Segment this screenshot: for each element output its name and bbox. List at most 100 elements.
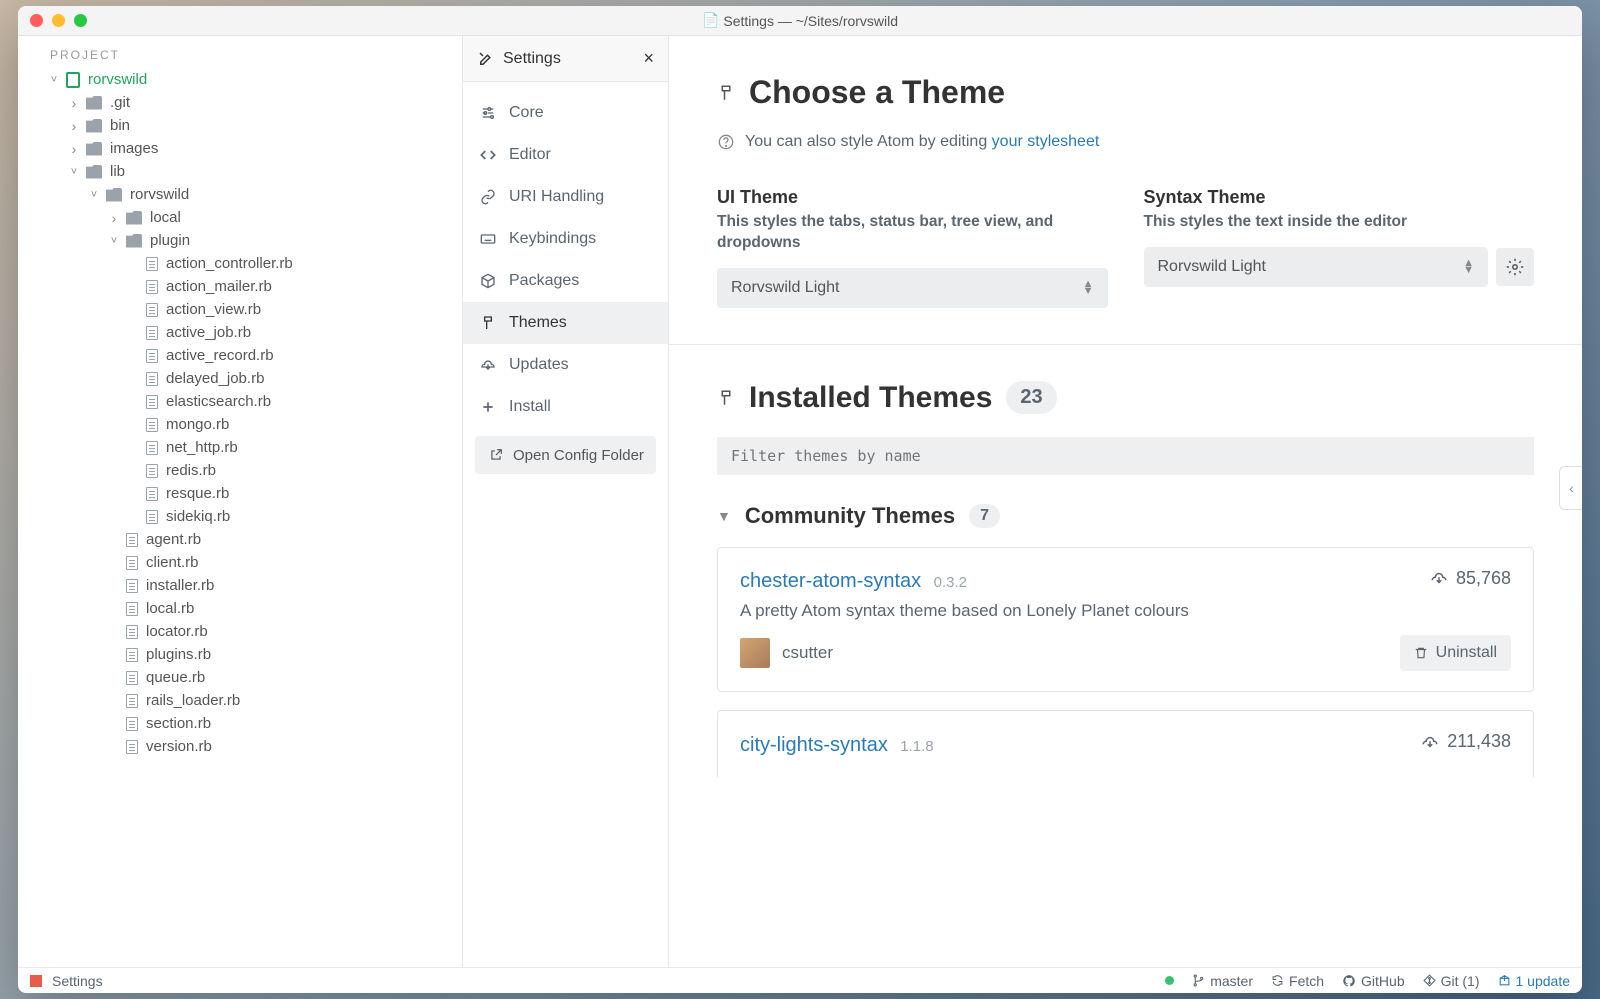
file-icon — [146, 510, 158, 524]
file-icon — [146, 487, 158, 501]
settings-nav-packages[interactable]: Packages — [463, 260, 668, 302]
tree-file[interactable]: rails_loader.rb — [18, 689, 462, 712]
ui-theme-select[interactable]: Rorvswild Light ▲▼ — [717, 268, 1108, 308]
tree-folder[interactable]: rorvswild — [18, 183, 462, 206]
maximize-window-button[interactable] — [74, 14, 87, 27]
theme-filter-input[interactable] — [717, 437, 1534, 475]
tree-file[interactable]: net_http.rb — [18, 436, 462, 459]
status-bar: Settings master Fetch GitHub Git (1) — [18, 967, 1582, 993]
tree-file[interactable]: plugins.rb — [18, 643, 462, 666]
tree-item-label: locator.rb — [146, 623, 208, 640]
tree-file[interactable]: local.rb — [18, 597, 462, 620]
tree-folder[interactable]: images — [18, 137, 462, 160]
settings-nav-install[interactable]: Install — [463, 386, 668, 428]
settings-nav-themes[interactable]: Themes — [463, 302, 668, 344]
tree-item-label: agent.rb — [146, 531, 201, 548]
settings-nav-keybindings[interactable]: Keybindings — [463, 218, 668, 260]
git-button[interactable]: Git (1) — [1423, 973, 1480, 989]
tree-file[interactable]: queue.rb — [18, 666, 462, 689]
uninstall-button[interactable]: Uninstall — [1400, 635, 1511, 671]
tree-file[interactable]: redis.rb — [18, 459, 462, 482]
file-icon — [126, 740, 138, 754]
git-branch-status[interactable]: master — [1192, 973, 1253, 989]
tree-folder[interactable]: .git — [18, 91, 462, 114]
updates-button[interactable]: 1 update — [1498, 973, 1571, 989]
syntax-theme-select[interactable]: Rorvswild Light ▲▼ — [1144, 247, 1489, 287]
tree-file[interactable]: delayed_job.rb — [18, 367, 462, 390]
tree-file[interactable]: active_job.rb — [18, 321, 462, 344]
file-icon — [126, 533, 138, 547]
theme-package-card: chester-atom-syntax 0.3.2 85,768 A prett… — [717, 547, 1534, 693]
collapse-panel-button[interactable]: ‹ — [1559, 466, 1582, 510]
syntax-theme-desc: This styles the text inside the editor — [1144, 212, 1535, 233]
community-count-badge: 7 — [969, 504, 1000, 528]
package-name-link[interactable]: city-lights-syntax — [740, 734, 888, 756]
file-icon — [126, 625, 138, 639]
tree-item-label: elasticsearch.rb — [166, 393, 271, 410]
settings-nav-editor[interactable]: Editor — [463, 134, 668, 176]
settings-nav-updates[interactable]: Updates — [463, 344, 668, 386]
tree-folder[interactable]: lib — [18, 160, 462, 183]
tree-item-label: resque.rb — [166, 485, 229, 502]
project-root[interactable]: rorvswild — [18, 68, 462, 91]
tree-file[interactable]: locator.rb — [18, 620, 462, 643]
package-author[interactable]: csutter — [740, 638, 833, 668]
tree-file[interactable]: sidekiq.rb — [18, 505, 462, 528]
package-name-link[interactable]: chester-atom-syntax — [740, 570, 921, 592]
tree-file[interactable]: action_controller.rb — [18, 252, 462, 275]
github-button[interactable]: GitHub — [1342, 973, 1405, 989]
tree-file[interactable]: client.rb — [18, 551, 462, 574]
tree-file[interactable]: version.rb — [18, 735, 462, 758]
tree-item-label: lib — [110, 163, 125, 180]
repo-icon — [66, 72, 80, 88]
installed-themes-heading: Installed Themes 23 — [717, 381, 1534, 415]
close-window-button[interactable] — [30, 14, 43, 27]
syntax-theme-settings-button[interactable] — [1496, 248, 1534, 286]
nav-item-label: Core — [509, 104, 544, 122]
tree-file[interactable]: resque.rb — [18, 482, 462, 505]
chevron-down-icon: ▼ — [717, 508, 731, 524]
stylesheet-tip: You can also style Atom by editing your … — [717, 133, 1534, 151]
tree-item-label: images — [110, 140, 158, 157]
folder-icon — [86, 119, 102, 133]
plus-icon — [479, 398, 497, 416]
settings-nav-core[interactable]: Core — [463, 92, 668, 134]
stylesheet-link[interactable]: your stylesheet — [992, 133, 1100, 150]
paint-icon — [717, 84, 735, 102]
chevron-updown-icon: ▲▼ — [1083, 281, 1094, 295]
file-icon — [146, 257, 158, 271]
settings-tab-header: Settings × — [463, 36, 668, 82]
open-config-folder-button[interactable]: Open Config Folder — [475, 436, 656, 474]
caret-icon — [70, 141, 78, 157]
tree-file[interactable]: action_view.rb — [18, 298, 462, 321]
chevron-updown-icon: ▲▼ — [1463, 260, 1474, 274]
tree-item-label: active_job.rb — [166, 324, 251, 341]
tree-file[interactable]: agent.rb — [18, 528, 462, 551]
tree-file[interactable]: mongo.rb — [18, 413, 462, 436]
package-version: 0.3.2 — [934, 574, 967, 591]
project-tree[interactable]: PROJECT rorvswild .gitbinimageslibrorvsw… — [18, 36, 463, 967]
choose-theme-heading: Choose a Theme — [717, 74, 1534, 111]
tree-item-label: rorvswild — [130, 186, 189, 203]
file-icon — [146, 303, 158, 317]
settings-nav-uri-handling[interactable]: URI Handling — [463, 176, 668, 218]
tree-item-label: redis.rb — [166, 462, 216, 479]
close-tab-button[interactable]: × — [643, 48, 654, 69]
tree-item-label: action_mailer.rb — [166, 278, 272, 295]
tree-item-label: net_http.rb — [166, 439, 238, 456]
tree-file[interactable]: elasticsearch.rb — [18, 390, 462, 413]
tree-file[interactable]: action_mailer.rb — [18, 275, 462, 298]
caret-icon — [70, 118, 78, 134]
git-icon — [1423, 974, 1436, 987]
tree-file[interactable]: installer.rb — [18, 574, 462, 597]
tree-folder[interactable]: local — [18, 206, 462, 229]
minimize-window-button[interactable] — [52, 14, 65, 27]
fetch-button[interactable]: Fetch — [1271, 973, 1324, 989]
tree-file[interactable]: section.rb — [18, 712, 462, 735]
community-themes-heading[interactable]: ▼ Community Themes 7 — [717, 503, 1534, 529]
settings-tab-title: Settings — [503, 50, 561, 68]
tree-folder[interactable]: plugin — [18, 229, 462, 252]
tree-file[interactable]: active_record.rb — [18, 344, 462, 367]
tree-folder[interactable]: bin — [18, 114, 462, 137]
project-root-name: rorvswild — [88, 71, 147, 88]
